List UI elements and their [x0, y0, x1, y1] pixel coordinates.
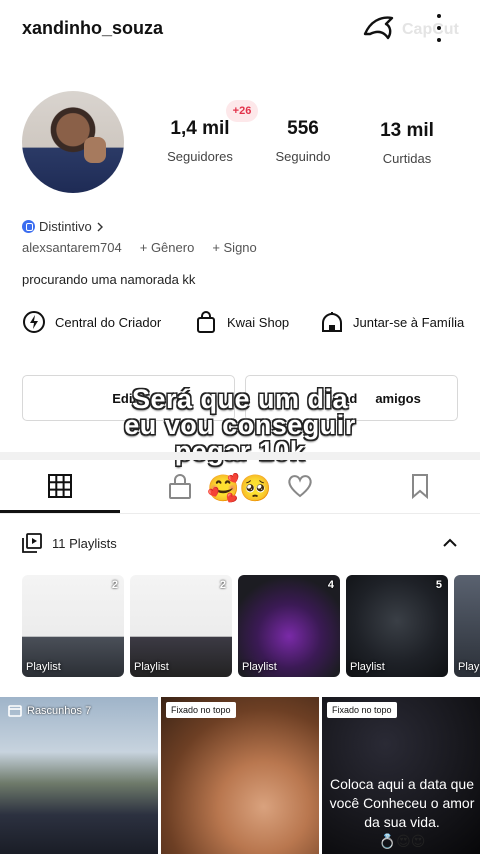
add-sign-button[interactable]: + Signo: [212, 240, 256, 255]
video-tile[interactable]: Fixado no topo: [161, 697, 319, 854]
playlist-card[interactable]: 5 Playlist: [346, 575, 448, 677]
drafts-icon: [8, 705, 22, 717]
pinned-label: Fixado no topo: [166, 702, 236, 718]
likes-count: 13 mil: [380, 120, 434, 141]
lightning-circle-icon: [23, 311, 45, 333]
overlay-emojis: 🥰🥺: [207, 473, 272, 503]
drafts-label: Rascunhos 7: [8, 705, 91, 717]
playlist-title: Play: [458, 661, 480, 673]
distintivo-link[interactable]: Distintivo: [22, 219, 104, 234]
join-family-link[interactable]: Juntar-se à Família: [320, 310, 464, 334]
bio-text: procurando uma namorada kk: [22, 272, 196, 287]
playlist-video-count: 4: [327, 579, 334, 591]
drafts-count-label: Rascunhos 7: [27, 705, 92, 717]
followers-count: 1,4 mil: [170, 118, 230, 139]
creator-center-label: Central do Criador: [55, 314, 162, 330]
grid-tab-icon[interactable]: [46, 472, 74, 500]
followers-label: Seguidores: [167, 149, 233, 164]
playlists-header[interactable]: 11 Playlists: [22, 530, 462, 556]
likes-label: Curtidas: [382, 151, 432, 166]
user-id[interactable]: alexsantarem704: [22, 240, 122, 255]
playlist-video-count: 2: [219, 579, 226, 591]
more-options-icon[interactable]: [428, 12, 450, 44]
section-divider: [0, 452, 480, 460]
add-gender-button[interactable]: + Gênero: [140, 240, 195, 255]
following-label: Seguindo: [275, 149, 331, 164]
heart-tab-icon[interactable]: [286, 472, 314, 500]
video-caption-text: Coloca aqui a data que você Conheceu o a…: [329, 776, 475, 830]
video-tile[interactable]: Fixado no topo Coloca aqui a data que vo…: [322, 697, 480, 854]
stat-likes[interactable]: 13 mil Curtidas: [372, 120, 442, 166]
playlist-card[interactable]: Play: [454, 575, 480, 677]
username[interactable]: xandinho_souza: [22, 18, 163, 39]
drafts-tile[interactable]: Rascunhos 7: [0, 697, 158, 854]
capcut-logo-icon: [363, 16, 394, 40]
kwai-shop-link[interactable]: Kwai Shop: [194, 310, 289, 334]
shortcut-links: Central do Criador Kwai Shop Juntar-se à…: [22, 310, 472, 338]
playlist-card[interactable]: 2 Playlist: [22, 575, 124, 677]
stat-followers[interactable]: 1,4 mil Seguidores: [160, 118, 240, 164]
active-tab-indicator: [0, 510, 120, 513]
distintivo-label: Distintivo: [39, 219, 92, 234]
profile-id-row: alexsantarem704 + Gênero + Signo: [22, 240, 257, 255]
bookmark-tab-icon[interactable]: [406, 472, 434, 500]
playlist-video-count: 2: [111, 579, 118, 591]
caption-line-2: eu vou conseguir: [124, 410, 356, 440]
playlist-title: Playlist: [350, 661, 385, 673]
home-dome-icon: [322, 312, 342, 332]
following-count: 556: [287, 118, 319, 139]
avatar[interactable]: [22, 91, 124, 193]
playlist-title: Playlist: [134, 661, 169, 673]
playlist-title: Playlist: [242, 661, 277, 673]
playlists-count-label: 11 Playlists: [52, 536, 117, 551]
creator-center-link[interactable]: Central do Criador: [22, 310, 161, 334]
video-caption-emojis: 💍😍😍: [378, 833, 426, 849]
shopping-bag-icon: [197, 311, 215, 333]
playlist-icon: [22, 533, 42, 553]
shield-badge-icon: [22, 220, 35, 233]
lock-tab-icon[interactable]: [166, 472, 194, 500]
join-family-label: Juntar-se à Família: [353, 314, 465, 330]
profile-stats: 1,4 mil Seguidores 556 Seguindo 13 mil C…: [150, 116, 470, 176]
playlist-title: Playlist: [26, 661, 61, 673]
top-bar: xandinho_souza CapCut: [0, 0, 480, 60]
playlist-card[interactable]: 4 Playlist: [238, 575, 340, 677]
playlist-video-count: 5: [435, 579, 442, 591]
playlist-card[interactable]: 2 Playlist: [130, 575, 232, 677]
stat-following[interactable]: 556 Seguindo: [268, 118, 338, 164]
chevron-up-icon[interactable]: [442, 538, 458, 548]
caption-line-1: Será que um dia: [131, 384, 349, 414]
kwai-shop-label: Kwai Shop: [227, 314, 290, 330]
chevron-right-icon: [97, 222, 103, 231]
pinned-label: Fixado no topo: [327, 702, 397, 718]
